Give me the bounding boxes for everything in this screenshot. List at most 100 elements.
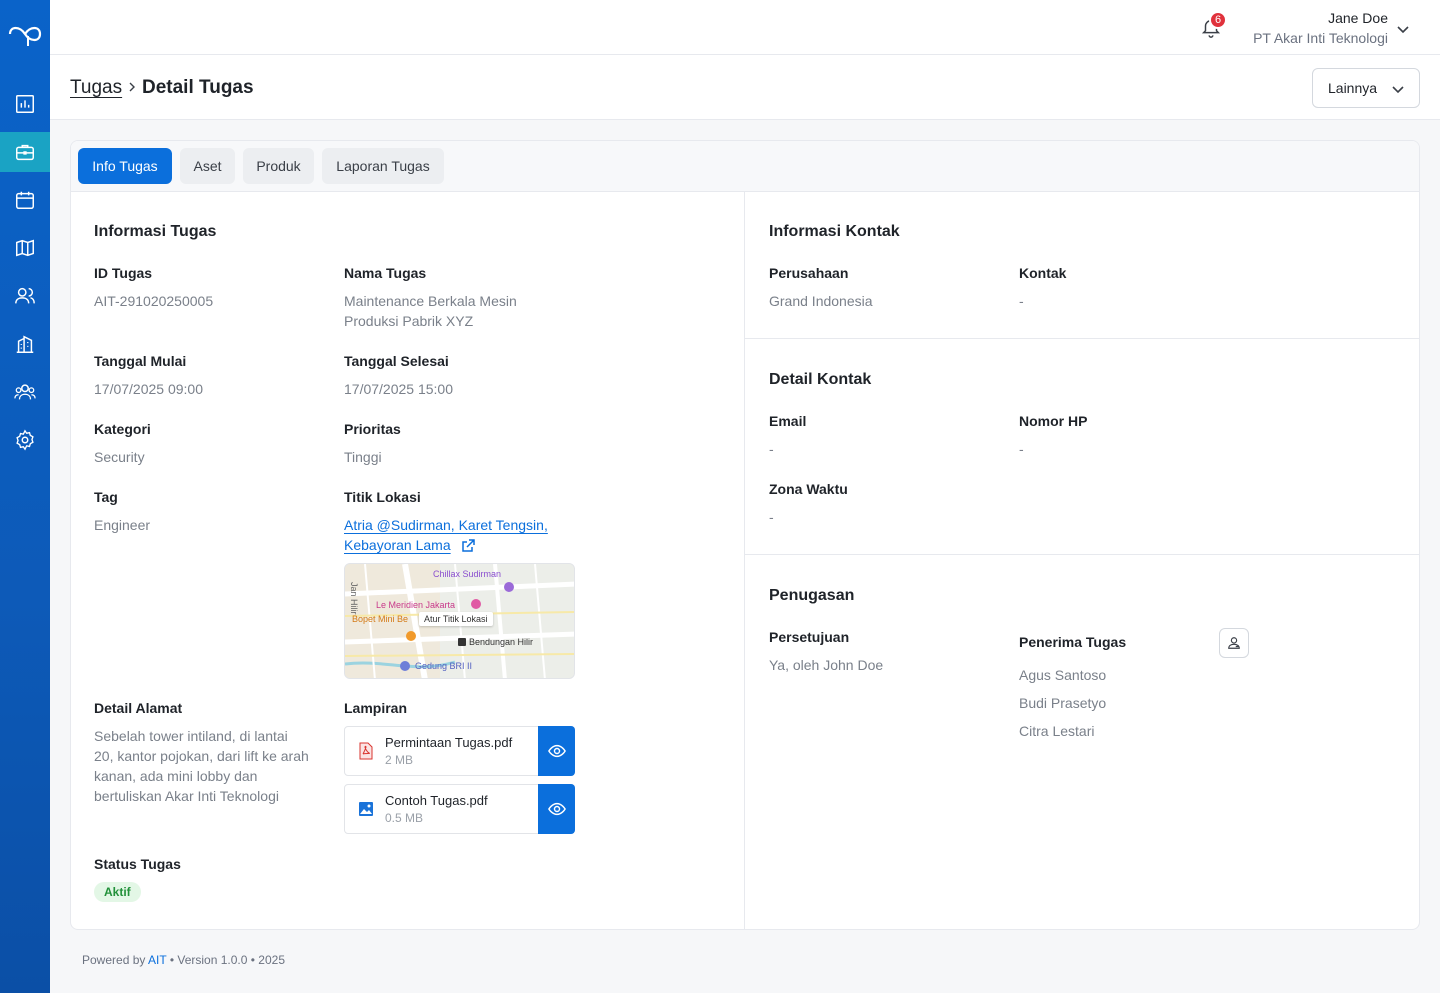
- sidebar-item-dashboard[interactable]: [0, 84, 50, 124]
- briefcase-icon: [16, 144, 34, 161]
- address-line-4: bertuliskan Akar Inti Teknologi: [94, 788, 279, 804]
- contact-value: -: [1019, 293, 1024, 309]
- sidebar-item-map[interactable]: [0, 228, 50, 268]
- status-badge: Aktif: [94, 882, 141, 902]
- task-id-value: AIT-291020250005: [94, 293, 214, 309]
- timezone-value: -: [769, 509, 774, 525]
- user-name[interactable]: Jane Doe: [1328, 10, 1388, 26]
- assignee-item: Citra Lestari: [1019, 723, 1095, 739]
- footer-brand-link[interactable]: AIT: [148, 953, 166, 967]
- attachment-name: Contoh Tugas.pdf: [385, 793, 488, 808]
- task-name-value-line1: Maintenance Berkala Mesin: [344, 293, 517, 309]
- end-date-value: 17/07/2025 15:00: [344, 381, 453, 397]
- contact-label: Kontak: [1019, 265, 1067, 281]
- pdf-file-icon: [359, 742, 373, 760]
- view-attachment-button[interactable]: [538, 726, 575, 776]
- address-line-2: 20, kantor pojokan, dari lift ke arah: [94, 748, 309, 764]
- chart-icon: [16, 95, 34, 113]
- email-value: -: [769, 441, 774, 457]
- attachments-label: Lampiran: [344, 700, 408, 716]
- email-label: Email: [769, 413, 807, 429]
- tab-laporan-tugas[interactable]: Laporan Tugas: [322, 148, 444, 184]
- team-icon: [14, 384, 36, 400]
- address-label: Detail Alamat: [94, 700, 183, 716]
- external-link-icon[interactable]: [460, 538, 476, 554]
- sidebar-item-team[interactable]: [0, 372, 50, 412]
- map-label-gedung: Gedung BRI II: [415, 661, 473, 671]
- map-label-chillax: Chillax Sudirman: [433, 569, 502, 579]
- task-name-value-line2: Produksi Pabrik XYZ: [344, 313, 474, 329]
- tab-info-tugas[interactable]: Info Tugas: [78, 148, 172, 184]
- more-actions-button[interactable]: Lainnya: [1312, 68, 1420, 108]
- map-label-bopet: Bopet Mini Be: [352, 614, 409, 624]
- contact-detail-title: Detail Kontak: [769, 371, 872, 388]
- task-detail-card: Info Tugas Aset Produk Laporan Tugas Inf…: [70, 140, 1420, 930]
- sidebar: [0, 0, 50, 993]
- notification-badge: 6: [1209, 11, 1227, 29]
- sidebar-item-buildings[interactable]: [0, 324, 50, 364]
- priority-value: Tinggi: [344, 449, 382, 465]
- attachment-item[interactable]: Permintaan Tugas.pdf 2 MB: [344, 726, 575, 776]
- category-label: Kategori: [94, 421, 151, 437]
- calendar-icon: [16, 191, 34, 209]
- approval-label: Persetujuan: [769, 629, 850, 645]
- assignee-item: Budi Prasetyo: [1019, 695, 1107, 711]
- end-date-label: Tanggal Selesai: [344, 353, 449, 369]
- map-label-meridien: Le Meridien Jakarta: [376, 600, 456, 610]
- location-link-line1[interactable]: Atria @Sudirman, Karet Tengsin,: [344, 515, 548, 535]
- footer-version: • Version 1.0.0 • 2025: [169, 953, 285, 967]
- address-line-3: kanan, ada mini lobby dan: [94, 768, 258, 784]
- chevron-down-icon[interactable]: [1396, 22, 1410, 36]
- tag-value: Engineer: [94, 517, 151, 533]
- section-divider: [745, 338, 1419, 339]
- task-id-label: ID Tugas: [94, 265, 153, 281]
- sidebar-item-calendar[interactable]: [0, 180, 50, 220]
- address-line-1: Sebelah tower intiland, di lantai: [94, 728, 288, 744]
- breadcrumb-parent-link[interactable]: Tugas: [70, 77, 122, 99]
- phone-value: -: [1019, 441, 1024, 457]
- tag-label: Tag: [94, 489, 118, 505]
- contact-info-title: Informasi Kontak: [769, 223, 900, 240]
- footer: Powered by AIT • Version 1.0.0 • 2025: [82, 953, 285, 967]
- tab-produk[interactable]: Produk: [243, 148, 314, 184]
- attachment-size: 2 MB: [385, 753, 414, 767]
- task-info-title: Informasi Tugas: [94, 223, 217, 240]
- sidebar-item-tasks[interactable]: [0, 132, 50, 172]
- tab-aset[interactable]: Aset: [180, 148, 235, 184]
- settings-icon: [16, 429, 34, 451]
- user-assign-icon: [1228, 637, 1240, 649]
- view-attachment-button[interactable]: [538, 784, 575, 834]
- chevron-right-icon: [129, 82, 135, 92]
- assignment-title: Penugasan: [769, 587, 855, 604]
- assign-user-button[interactable]: [1219, 628, 1249, 658]
- attachment-name: Permintaan Tugas.pdf: [385, 735, 513, 750]
- sidebar-item-users[interactable]: [0, 276, 50, 316]
- company-value: Grand Indonesia: [769, 293, 873, 309]
- location-map[interactable]: Chillax Sudirman Le Meridien Jakarta Bop…: [344, 563, 575, 679]
- sidebar-item-settings[interactable]: [0, 420, 50, 460]
- attachment-item[interactable]: Contoh Tugas.pdf 0.5 MB: [344, 784, 575, 834]
- building-icon: [16, 335, 34, 353]
- timezone-label: Zona Waktu: [769, 481, 848, 497]
- top-bar: 6 Jane Doe PT Akar Inti Teknologi: [50, 0, 1440, 55]
- eye-icon: [547, 802, 566, 816]
- user-company: PT Akar Inti Teknologi: [1253, 30, 1388, 46]
- app-logo[interactable]: [6, 16, 44, 50]
- tab-bar: Info Tugas Aset Produk Laporan Tugas: [71, 141, 1419, 192]
- chevron-down-icon: [1392, 86, 1404, 94]
- assignee-item: Agus Santoso: [1019, 667, 1107, 683]
- task-name-label: Nama Tugas: [344, 265, 427, 281]
- start-date-label: Tanggal Mulai: [94, 353, 187, 369]
- status-label: Status Tugas: [94, 856, 181, 872]
- priority-label: Prioritas: [344, 421, 401, 437]
- map-pin-label[interactable]: Atur Titik Lokasi: [419, 612, 493, 626]
- company-label: Perusahaan: [769, 265, 849, 281]
- location-label: Titik Lokasi: [344, 489, 421, 505]
- location-link-line2[interactable]: Kebayoran Lama: [344, 535, 451, 555]
- category-value: Security: [94, 449, 145, 465]
- page-title: Detail Tugas: [142, 77, 254, 98]
- users-icon: [15, 287, 35, 304]
- start-date-value: 17/07/2025 09:00: [94, 381, 203, 397]
- image-file-icon: [359, 802, 373, 816]
- attachment-size: 0.5 MB: [385, 811, 424, 825]
